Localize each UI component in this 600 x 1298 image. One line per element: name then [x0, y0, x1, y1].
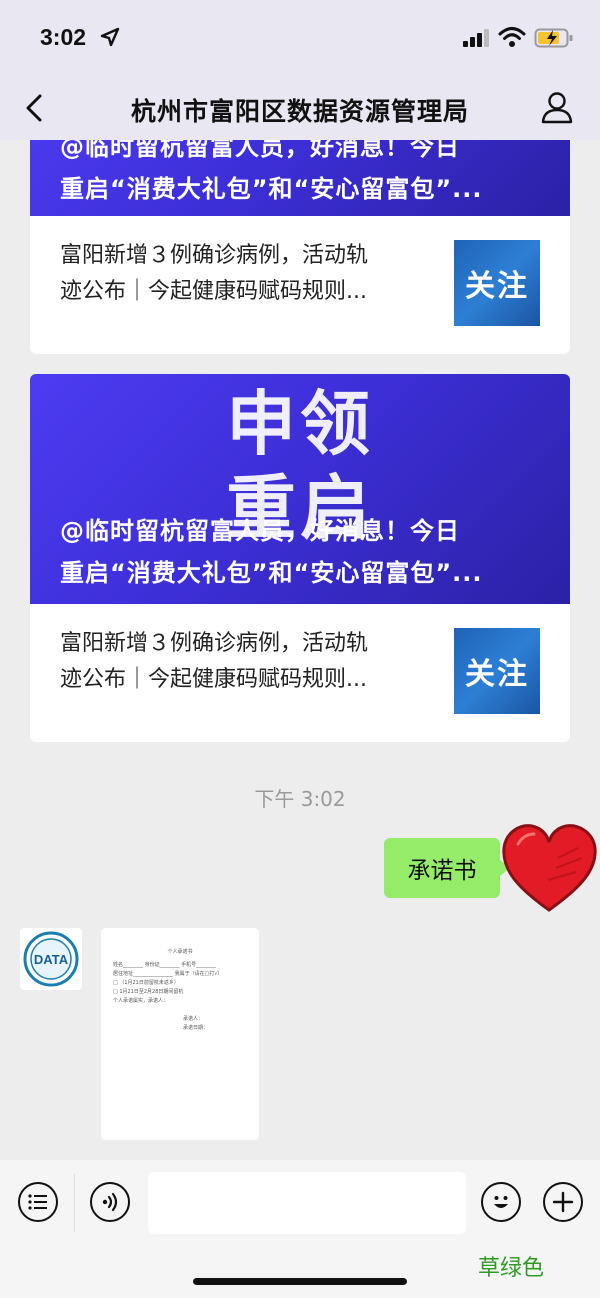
message-input[interactable] [148, 1172, 466, 1234]
page-title: 杭州市富阳区数据资源管理局 [130, 97, 469, 126]
header: 3:02 杭州市富阳区数据资源管理局 [0, 0, 600, 140]
back-chevron-icon[interactable] [20, 92, 48, 124]
article-headline: 富阳新增３例确诊病例，活动轨 迹公布｜今起健康码赋码规则... [60, 243, 369, 304]
banner-headline: @临时留杭留富人员，好消息！今日 重启“消费大礼包”和“安心留富包”... [60, 517, 483, 587]
article-banner[interactable]: 申领 重启 @临时留杭留富人员，好消息！今日 重启“消费大礼包”和“安心留富包”… [30, 374, 570, 604]
plus-icon [552, 1191, 574, 1213]
profile-icon[interactable] [540, 90, 574, 124]
menu-button[interactable] [18, 1182, 58, 1222]
cellular-signal-icon [463, 29, 489, 47]
status-bar: 3:02 [0, 0, 600, 76]
voice-button[interactable] [90, 1182, 130, 1222]
sender-avatar[interactable]: DATA [20, 928, 82, 990]
bar-divider [74, 1174, 75, 1232]
location-arrow-icon [100, 27, 120, 47]
sent-message-bubble[interactable]: 承诺书 [384, 838, 510, 898]
heart-avatar[interactable] [498, 818, 600, 918]
article-list-item[interactable]: 富阳新增３例确诊病例，活动轨 迹公布｜今起健康码赋码规则... 关注 [30, 216, 570, 354]
nav-bar: 杭州市富阳区数据资源管理局 [0, 76, 600, 140]
article-thumbnail: 关注 [454, 240, 540, 326]
voice-icon [102, 1192, 118, 1212]
home-indicator[interactable] [193, 1278, 407, 1285]
article-thumbnail: 关注 [454, 628, 540, 714]
wifi-icon [498, 27, 526, 47]
article-headline: 富阳新增３例确诊病例，活动轨 迹公布｜今起健康码赋码规则... [60, 631, 369, 692]
document-image[interactable]: 个人承诺书 姓名________ 身份证________ 手机号________… [101, 928, 259, 1140]
battery-charging-icon [534, 28, 573, 48]
list-menu-icon [28, 1194, 47, 1210]
emoji-button[interactable] [481, 1182, 521, 1222]
chat-timestamp: 下午 3:02 [254, 787, 346, 811]
watermark-text: 草绿色 [478, 1256, 545, 1281]
article-list-item[interactable]: 富阳新增３例确诊病例，活动轨 迹公布｜今起健康码赋码规则... 关注 [30, 604, 570, 742]
status-time: 3:02 [40, 24, 87, 50]
emoji-icon [494, 1196, 508, 1208]
data-logo-icon: DATA [23, 931, 79, 987]
add-button[interactable] [543, 1182, 583, 1222]
article-card-2[interactable]: 申领 重启 @临时留杭留富人员，好消息！今日 重启“消费大礼包”和“安心留富包”… [30, 374, 570, 742]
svg-text:DATA: DATA [34, 952, 69, 967]
